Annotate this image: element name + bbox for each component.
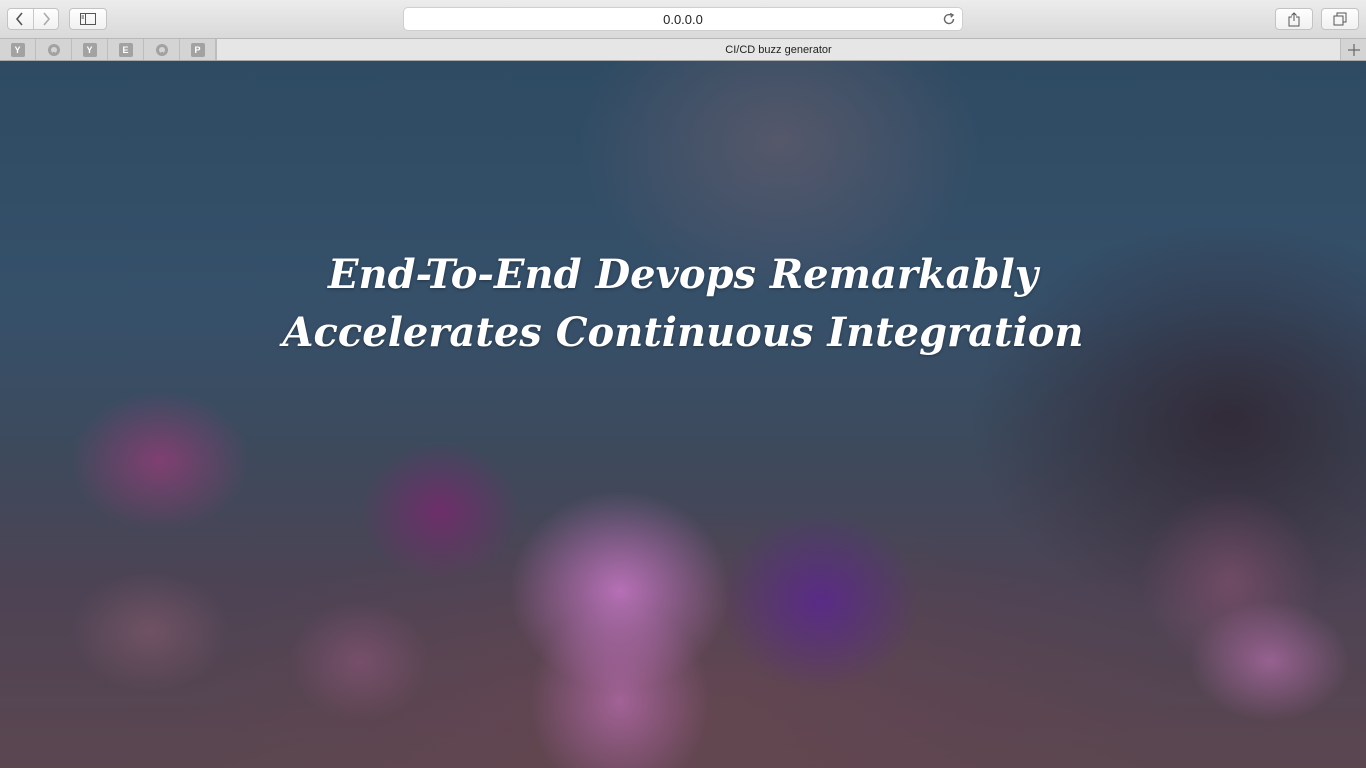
favorite-4[interactable]: E	[108, 39, 144, 60]
buzz-headline: End-To-End Devops Remarkably Accelerates…	[0, 246, 1366, 362]
plus-icon	[1347, 43, 1360, 56]
chevron-left-icon	[16, 12, 23, 26]
favorite-6[interactable]: P	[180, 39, 216, 60]
forward-button[interactable]	[32, 9, 59, 29]
tabs-icon	[1333, 12, 1347, 26]
p-favicon: P	[190, 42, 205, 57]
github-icon	[155, 43, 168, 56]
sidebar-icon	[80, 13, 96, 25]
browser-toolbar: 0.0.0.0	[0, 0, 1366, 38]
chevron-right-icon	[43, 12, 50, 26]
address-bar[interactable]: 0.0.0.0	[403, 7, 963, 31]
share-button[interactable]	[1275, 8, 1313, 30]
share-icon	[1288, 11, 1300, 26]
headline-line-2: Accelerates Continuous Integration	[282, 309, 1084, 356]
back-button[interactable]	[8, 9, 33, 29]
page-content: End-To-End Devops Remarkably Accelerates…	[0, 61, 1366, 768]
tabs-overview-button[interactable]	[1321, 8, 1359, 30]
address-text: 0.0.0.0	[663, 11, 703, 27]
favorite-5[interactable]	[144, 39, 180, 60]
e-favicon: E	[118, 42, 133, 57]
navigation-buttons	[7, 8, 59, 30]
y-favicon: Y	[10, 42, 25, 57]
favorite-3[interactable]: Y	[72, 39, 108, 60]
new-tab-button[interactable]	[1341, 39, 1366, 60]
favorite-2[interactable]	[36, 39, 72, 60]
headline-line-1: End-To-End Devops Remarkably	[328, 251, 1038, 298]
tab-active[interactable]: CI/CD buzz generator	[216, 39, 1341, 60]
github-icon	[47, 43, 60, 56]
tab-title: CI/CD buzz generator	[725, 43, 832, 56]
y-favicon: Y	[82, 42, 97, 57]
sidebar-button[interactable]	[69, 8, 107, 30]
reload-icon	[943, 12, 955, 25]
tab-bar: Y Y E P CI/CD buzz generator	[0, 38, 1366, 61]
reload-button[interactable]	[942, 12, 956, 29]
favorite-1[interactable]: Y	[0, 39, 36, 60]
